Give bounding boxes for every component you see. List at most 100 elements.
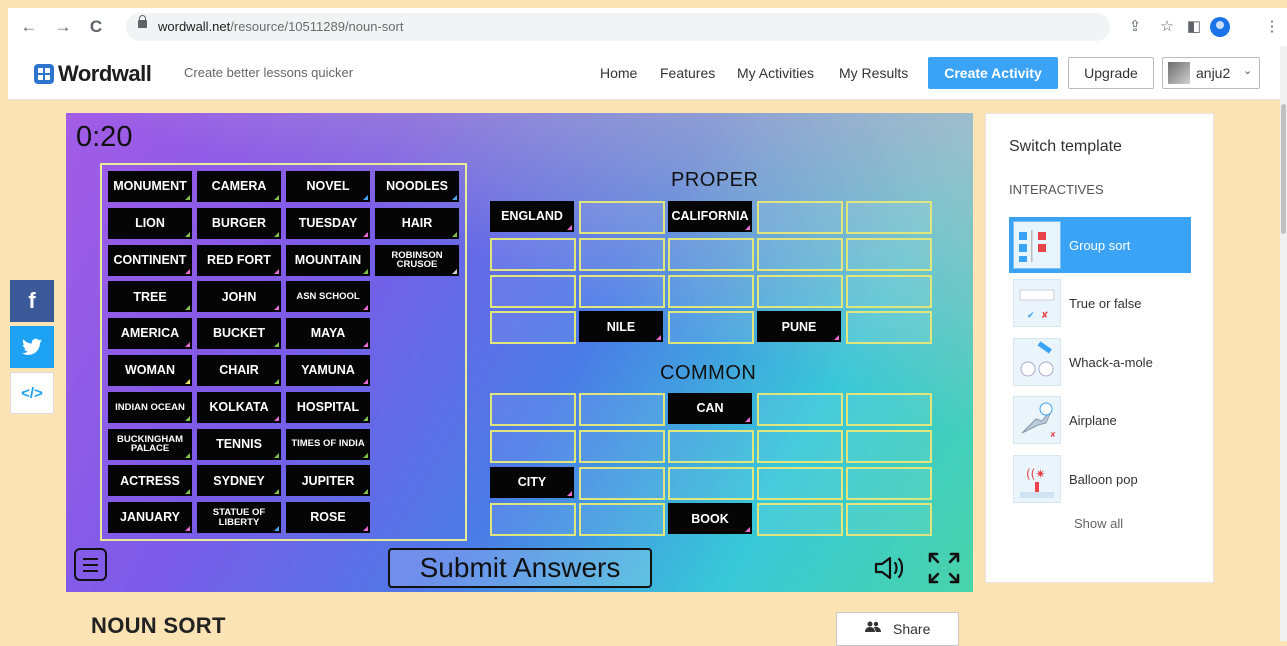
word-card[interactable]: TUESDAY — [286, 207, 370, 239]
word-card[interactable]: MONUMENT — [108, 171, 192, 202]
template-airplane[interactable]: ✘ Airplane — [1009, 392, 1191, 448]
template-balloon-pop[interactable]: ((✷ Balloon pop — [1009, 451, 1191, 507]
sound-icon[interactable] — [874, 555, 910, 581]
back-icon[interactable]: ← — [18, 16, 40, 38]
drop-slot[interactable] — [579, 201, 665, 234]
drop-slot[interactable] — [490, 237, 576, 271]
template-true-or-false[interactable]: ✔ ✘ True or false — [1009, 275, 1191, 331]
word-card[interactable]: SYDNEY — [197, 465, 281, 497]
drop-slot[interactable] — [668, 466, 754, 500]
word-card[interactable]: HOSPITAL — [286, 391, 370, 423]
side-panel-icon[interactable]: ◧ — [1184, 17, 1204, 37]
submit-answers-button[interactable]: Submit Answers — [388, 548, 652, 588]
fullscreen-icon[interactable] — [926, 550, 962, 586]
drop-slot[interactable] — [668, 311, 754, 345]
word-card[interactable]: MAYA — [286, 318, 370, 350]
word-card[interactable]: TENNIS — [197, 428, 281, 460]
placed-word-card[interactable]: BOOK — [668, 503, 752, 535]
placed-word-card[interactable]: ENGLAND — [490, 201, 574, 232]
drop-slot[interactable] — [579, 503, 665, 537]
word-card[interactable]: INDIAN OCEAN — [108, 391, 192, 423]
word-card[interactable]: JANUARY — [108, 502, 192, 534]
drop-slot[interactable] — [846, 201, 932, 234]
word-card[interactable]: JOHN — [197, 281, 281, 313]
placed-word-card[interactable]: NILE — [579, 311, 663, 343]
template-whack-a-mole[interactable]: Whack-a-mole — [1009, 334, 1191, 390]
word-card[interactable]: JUPITER — [286, 465, 370, 497]
word-card[interactable]: MOUNTAIN — [286, 244, 370, 276]
drop-slot[interactable] — [846, 237, 932, 271]
word-card[interactable]: NOODLES — [375, 171, 459, 202]
word-card[interactable]: YAMUNA — [286, 355, 370, 386]
drop-slot[interactable] — [579, 237, 665, 271]
nav-features[interactable]: Features — [660, 65, 715, 81]
facebook-share-button[interactable]: f — [10, 280, 54, 322]
drop-slot[interactable] — [668, 429, 754, 463]
word-card[interactable]: ACTRESS — [108, 465, 192, 497]
placed-word-card[interactable]: CAN — [668, 393, 752, 424]
share-page-icon[interactable]: ⇪ — [1125, 17, 1145, 37]
drop-slot[interactable] — [757, 503, 843, 537]
nav-my-activities[interactable]: My Activities — [737, 65, 814, 81]
nav-home[interactable]: Home — [600, 65, 637, 81]
drop-slot[interactable] — [846, 274, 932, 308]
word-card[interactable]: ROBINSON CRUSOE — [375, 244, 459, 276]
bookmark-star-icon[interactable]: ☆ — [1157, 17, 1177, 37]
word-card[interactable]: NOVEL — [286, 171, 370, 202]
embed-button[interactable]: </> — [10, 372, 54, 414]
word-card[interactable]: TIMES OF INDIA — [286, 428, 370, 460]
drop-slot[interactable] — [668, 237, 754, 271]
drop-slot[interactable] — [579, 466, 665, 500]
show-all-link[interactable]: Show all — [1074, 516, 1123, 531]
drop-slot[interactable] — [757, 237, 843, 271]
drop-slot[interactable] — [579, 429, 665, 463]
drop-slot[interactable] — [579, 393, 665, 426]
forward-icon[interactable]: → — [52, 16, 74, 38]
drop-slot[interactable] — [490, 311, 576, 345]
upgrade-button[interactable]: Upgrade — [1068, 57, 1154, 89]
word-card[interactable]: LION — [108, 207, 192, 239]
word-card[interactable]: BUCKINGHAM PALACE — [108, 428, 192, 460]
nav-my-results[interactable]: My Results — [839, 65, 908, 81]
drop-slot[interactable] — [846, 429, 932, 463]
drop-slot[interactable] — [490, 393, 576, 426]
wordwall-logo[interactable]: Wordwall — [34, 61, 152, 87]
word-card[interactable]: BUCKET — [197, 318, 281, 350]
drop-slot[interactable] — [846, 466, 932, 500]
drop-slot[interactable] — [846, 311, 932, 345]
template-group-sort[interactable]: Group sort — [1009, 217, 1191, 273]
menu-icon[interactable] — [74, 548, 107, 581]
drop-slot[interactable] — [490, 429, 576, 463]
drop-slot[interactable] — [757, 201, 843, 234]
word-card[interactable]: ROSE — [286, 502, 370, 534]
drop-slot[interactable] — [846, 393, 932, 426]
word-card[interactable]: STATUE OF LIBERTY — [197, 502, 281, 534]
drop-slot[interactable] — [490, 274, 576, 308]
word-card[interactable]: RED FORT — [197, 244, 281, 276]
word-card[interactable]: HAIR — [375, 207, 459, 239]
drop-slot[interactable] — [490, 503, 576, 537]
scrollbar-thumb[interactable] — [1281, 104, 1286, 234]
word-card[interactable]: CAMERA — [197, 171, 281, 202]
browser-menu-icon[interactable]: ⋮ — [1262, 17, 1282, 37]
drop-slot[interactable] — [757, 274, 843, 308]
word-card[interactable]: WOMAN — [108, 355, 192, 386]
user-menu[interactable]: anju2 ⌄ — [1162, 57, 1260, 89]
word-card[interactable]: CHAIR — [197, 355, 281, 386]
word-card[interactable]: BURGER — [197, 207, 281, 239]
word-card[interactable]: CONTINENT — [108, 244, 192, 276]
create-activity-button[interactable]: Create Activity — [928, 57, 1058, 89]
drop-slot[interactable] — [757, 466, 843, 500]
placed-word-card[interactable]: CALIFORNIA — [668, 201, 752, 232]
drop-slot[interactable] — [668, 274, 754, 308]
twitter-share-button[interactable] — [10, 326, 54, 368]
word-card[interactable]: ASN SCHOOL — [286, 281, 370, 313]
reload-icon[interactable]: C — [85, 16, 107, 38]
address-bar[interactable]: wordwall.net/resource/10511289/noun-sort — [126, 13, 1110, 41]
word-card[interactable]: KOLKATA — [197, 391, 281, 423]
placed-word-card[interactable]: CITY — [490, 466, 574, 498]
drop-slot[interactable] — [846, 503, 932, 537]
word-card[interactable]: TREE — [108, 281, 192, 313]
word-card[interactable]: AMERICA — [108, 318, 192, 350]
profile-icon[interactable] — [1210, 17, 1230, 37]
